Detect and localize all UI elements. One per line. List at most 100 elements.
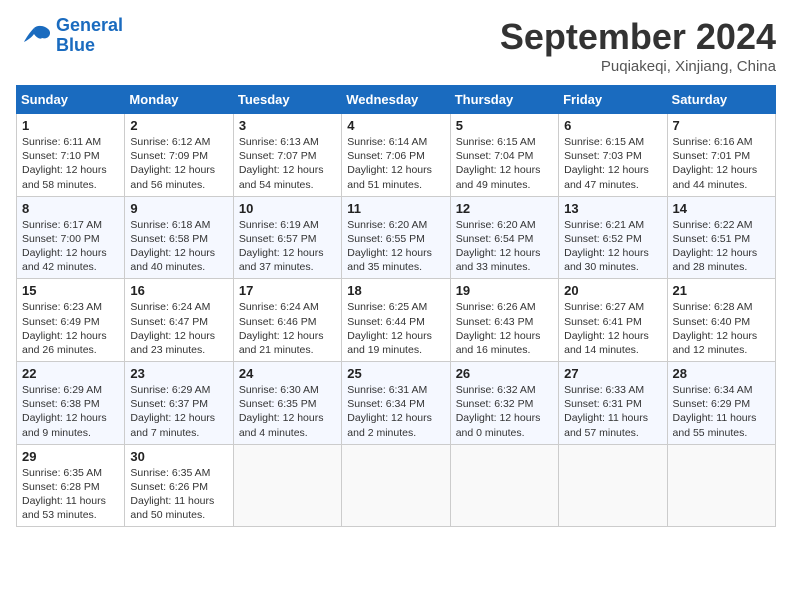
day-info: Sunrise: 6:35 AM Sunset: 6:28 PM Dayligh…: [22, 466, 119, 523]
day-number: 12: [456, 201, 553, 216]
day-number: 5: [456, 118, 553, 133]
calendar-cell: [559, 444, 667, 527]
weekday-header-saturday: Saturday: [667, 86, 775, 114]
day-info: Sunrise: 6:18 AM Sunset: 6:58 PM Dayligh…: [130, 218, 227, 275]
calendar-cell: 27 Sunrise: 6:33 AM Sunset: 6:31 PM Dayl…: [559, 362, 667, 445]
day-info: Sunrise: 6:32 AM Sunset: 6:32 PM Dayligh…: [456, 383, 553, 440]
calendar-cell: [342, 444, 450, 527]
calendar-cell: 11 Sunrise: 6:20 AM Sunset: 6:55 PM Dayl…: [342, 196, 450, 279]
day-number: 14: [673, 201, 770, 216]
day-number: 20: [564, 283, 661, 298]
day-info: Sunrise: 6:16 AM Sunset: 7:01 PM Dayligh…: [673, 135, 770, 192]
calendar-cell: 22 Sunrise: 6:29 AM Sunset: 6:38 PM Dayl…: [17, 362, 125, 445]
calendar-cell: 29 Sunrise: 6:35 AM Sunset: 6:28 PM Dayl…: [17, 444, 125, 527]
calendar-cell: [233, 444, 341, 527]
day-info: Sunrise: 6:15 AM Sunset: 7:04 PM Dayligh…: [456, 135, 553, 192]
calendar-cell: 26 Sunrise: 6:32 AM Sunset: 6:32 PM Dayl…: [450, 362, 558, 445]
calendar-week-3: 15 Sunrise: 6:23 AM Sunset: 6:49 PM Dayl…: [17, 279, 776, 362]
day-info: Sunrise: 6:25 AM Sunset: 6:44 PM Dayligh…: [347, 300, 444, 357]
page-header: General Blue September 2024 Puqiakeqi, X…: [16, 16, 776, 75]
calendar-cell: [667, 444, 775, 527]
day-number: 30: [130, 449, 227, 464]
day-number: 18: [347, 283, 444, 298]
calendar-cell: 21 Sunrise: 6:28 AM Sunset: 6:40 PM Dayl…: [667, 279, 775, 362]
day-info: Sunrise: 6:19 AM Sunset: 6:57 PM Dayligh…: [239, 218, 336, 275]
day-number: 1: [22, 118, 119, 133]
weekday-header-thursday: Thursday: [450, 86, 558, 114]
day-info: Sunrise: 6:27 AM Sunset: 6:41 PM Dayligh…: [564, 300, 661, 357]
calendar-week-2: 8 Sunrise: 6:17 AM Sunset: 7:00 PM Dayli…: [17, 196, 776, 279]
calendar-cell: 8 Sunrise: 6:17 AM Sunset: 7:00 PM Dayli…: [17, 196, 125, 279]
day-info: Sunrise: 6:17 AM Sunset: 7:00 PM Dayligh…: [22, 218, 119, 275]
calendar-cell: [450, 444, 558, 527]
day-info: Sunrise: 6:35 AM Sunset: 6:26 PM Dayligh…: [130, 466, 227, 523]
calendar-cell: 10 Sunrise: 6:19 AM Sunset: 6:57 PM Dayl…: [233, 196, 341, 279]
day-info: Sunrise: 6:33 AM Sunset: 6:31 PM Dayligh…: [564, 383, 661, 440]
day-info: Sunrise: 6:23 AM Sunset: 6:49 PM Dayligh…: [22, 300, 119, 357]
calendar-cell: 24 Sunrise: 6:30 AM Sunset: 6:35 PM Dayl…: [233, 362, 341, 445]
calendar-cell: 17 Sunrise: 6:24 AM Sunset: 6:46 PM Dayl…: [233, 279, 341, 362]
calendar-cell: 9 Sunrise: 6:18 AM Sunset: 6:58 PM Dayli…: [125, 196, 233, 279]
calendar-cell: 30 Sunrise: 6:35 AM Sunset: 6:26 PM Dayl…: [125, 444, 233, 527]
day-info: Sunrise: 6:21 AM Sunset: 6:52 PM Dayligh…: [564, 218, 661, 275]
day-number: 22: [22, 366, 119, 381]
title-block: September 2024 Puqiakeqi, Xinjiang, Chin…: [500, 16, 776, 75]
day-number: 11: [347, 201, 444, 216]
day-number: 19: [456, 283, 553, 298]
calendar-cell: 12 Sunrise: 6:20 AM Sunset: 6:54 PM Dayl…: [450, 196, 558, 279]
day-info: Sunrise: 6:13 AM Sunset: 7:07 PM Dayligh…: [239, 135, 336, 192]
day-number: 23: [130, 366, 227, 381]
day-info: Sunrise: 6:15 AM Sunset: 7:03 PM Dayligh…: [564, 135, 661, 192]
calendar-cell: 28 Sunrise: 6:34 AM Sunset: 6:29 PM Dayl…: [667, 362, 775, 445]
day-info: Sunrise: 6:24 AM Sunset: 6:47 PM Dayligh…: [130, 300, 227, 357]
calendar-cell: 14 Sunrise: 6:22 AM Sunset: 6:51 PM Dayl…: [667, 196, 775, 279]
day-info: Sunrise: 6:11 AM Sunset: 7:10 PM Dayligh…: [22, 135, 119, 192]
day-number: 24: [239, 366, 336, 381]
calendar-cell: 16 Sunrise: 6:24 AM Sunset: 6:47 PM Dayl…: [125, 279, 233, 362]
logo-icon: [16, 22, 52, 50]
calendar-cell: 15 Sunrise: 6:23 AM Sunset: 6:49 PM Dayl…: [17, 279, 125, 362]
calendar-cell: 4 Sunrise: 6:14 AM Sunset: 7:06 PM Dayli…: [342, 114, 450, 197]
day-info: Sunrise: 6:20 AM Sunset: 6:55 PM Dayligh…: [347, 218, 444, 275]
day-number: 21: [673, 283, 770, 298]
calendar-week-1: 1 Sunrise: 6:11 AM Sunset: 7:10 PM Dayli…: [17, 114, 776, 197]
day-info: Sunrise: 6:29 AM Sunset: 6:37 PM Dayligh…: [130, 383, 227, 440]
day-info: Sunrise: 6:34 AM Sunset: 6:29 PM Dayligh…: [673, 383, 770, 440]
location: Puqiakeqi, Xinjiang, China: [500, 58, 776, 75]
day-info: Sunrise: 6:26 AM Sunset: 6:43 PM Dayligh…: [456, 300, 553, 357]
day-number: 17: [239, 283, 336, 298]
day-number: 25: [347, 366, 444, 381]
calendar-cell: 3 Sunrise: 6:13 AM Sunset: 7:07 PM Dayli…: [233, 114, 341, 197]
calendar-cell: 6 Sunrise: 6:15 AM Sunset: 7:03 PM Dayli…: [559, 114, 667, 197]
day-info: Sunrise: 6:24 AM Sunset: 6:46 PM Dayligh…: [239, 300, 336, 357]
day-info: Sunrise: 6:29 AM Sunset: 6:38 PM Dayligh…: [22, 383, 119, 440]
month-title: September 2024: [500, 16, 776, 58]
day-number: 3: [239, 118, 336, 133]
weekday-header-sunday: Sunday: [17, 86, 125, 114]
calendar-table: SundayMondayTuesdayWednesdayThursdayFrid…: [16, 85, 776, 527]
calendar-cell: 23 Sunrise: 6:29 AM Sunset: 6:37 PM Dayl…: [125, 362, 233, 445]
day-number: 27: [564, 366, 661, 381]
calendar-cell: 19 Sunrise: 6:26 AM Sunset: 6:43 PM Dayl…: [450, 279, 558, 362]
day-number: 10: [239, 201, 336, 216]
day-number: 8: [22, 201, 119, 216]
day-info: Sunrise: 6:22 AM Sunset: 6:51 PM Dayligh…: [673, 218, 770, 275]
day-number: 13: [564, 201, 661, 216]
day-number: 15: [22, 283, 119, 298]
day-info: Sunrise: 6:31 AM Sunset: 6:34 PM Dayligh…: [347, 383, 444, 440]
calendar-cell: 13 Sunrise: 6:21 AM Sunset: 6:52 PM Dayl…: [559, 196, 667, 279]
logo: General Blue: [16, 16, 123, 56]
weekday-header-monday: Monday: [125, 86, 233, 114]
calendar-cell: 1 Sunrise: 6:11 AM Sunset: 7:10 PM Dayli…: [17, 114, 125, 197]
day-number: 28: [673, 366, 770, 381]
day-info: Sunrise: 6:20 AM Sunset: 6:54 PM Dayligh…: [456, 218, 553, 275]
weekday-header-wednesday: Wednesday: [342, 86, 450, 114]
weekday-header-friday: Friday: [559, 86, 667, 114]
day-info: Sunrise: 6:30 AM Sunset: 6:35 PM Dayligh…: [239, 383, 336, 440]
day-number: 9: [130, 201, 227, 216]
day-number: 16: [130, 283, 227, 298]
calendar-week-5: 29 Sunrise: 6:35 AM Sunset: 6:28 PM Dayl…: [17, 444, 776, 527]
calendar-cell: 20 Sunrise: 6:27 AM Sunset: 6:41 PM Dayl…: [559, 279, 667, 362]
day-number: 7: [673, 118, 770, 133]
day-number: 26: [456, 366, 553, 381]
